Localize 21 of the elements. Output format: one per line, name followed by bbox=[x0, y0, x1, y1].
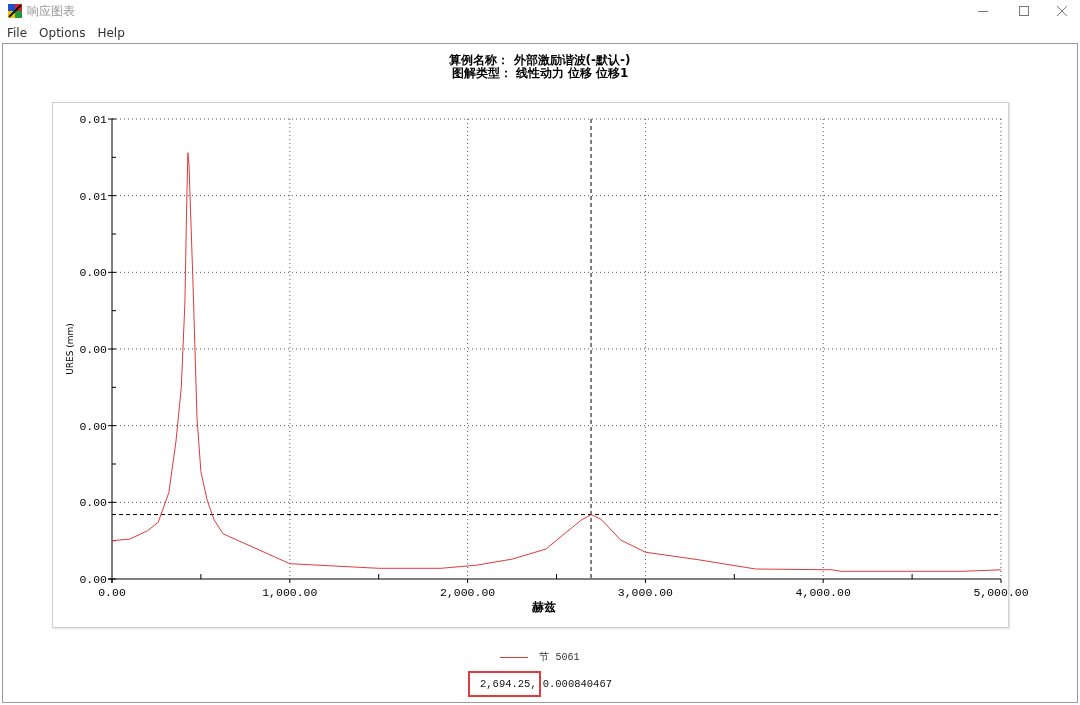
y-tick-label: 0.00 bbox=[79, 419, 107, 433]
x-axis-label: 赫兹 bbox=[532, 600, 556, 614]
y-tick-label: 0.00 bbox=[79, 266, 107, 280]
chart-title: 算例名称： 外部激励谐波(-默认-) bbox=[449, 54, 631, 67]
x-tick-label: 2,000.00 bbox=[440, 586, 496, 599]
x-tick-label: 3,000.00 bbox=[617, 586, 673, 599]
legend-label: 节 5061 bbox=[539, 650, 580, 664]
y-tick-label: 0.00 bbox=[79, 573, 107, 586]
x-tick-label: 5,000.00 bbox=[973, 586, 1029, 599]
x-tick-label: 1,000.00 bbox=[262, 586, 318, 599]
chart-subtitle: 图解类型： 线性动力 位移 位移1 bbox=[451, 67, 629, 80]
y-axis-label: URES (mm) bbox=[65, 323, 75, 375]
x-tick-label: 0.00 bbox=[98, 586, 126, 599]
y-tick-label: 0.00 bbox=[79, 343, 107, 356]
cursor-x-value: 2,694.25, bbox=[468, 671, 541, 697]
window-title: 响应图表 bbox=[27, 2, 75, 20]
y-tick-label: 0.01 bbox=[79, 189, 107, 203]
cursor-y-value: 0.000840467 bbox=[542, 678, 612, 690]
x-tick-label: 4,000.00 bbox=[795, 586, 851, 599]
y-tick-label: 0.01 bbox=[79, 113, 107, 126]
y-tick-label: 0.00 bbox=[79, 496, 107, 510]
